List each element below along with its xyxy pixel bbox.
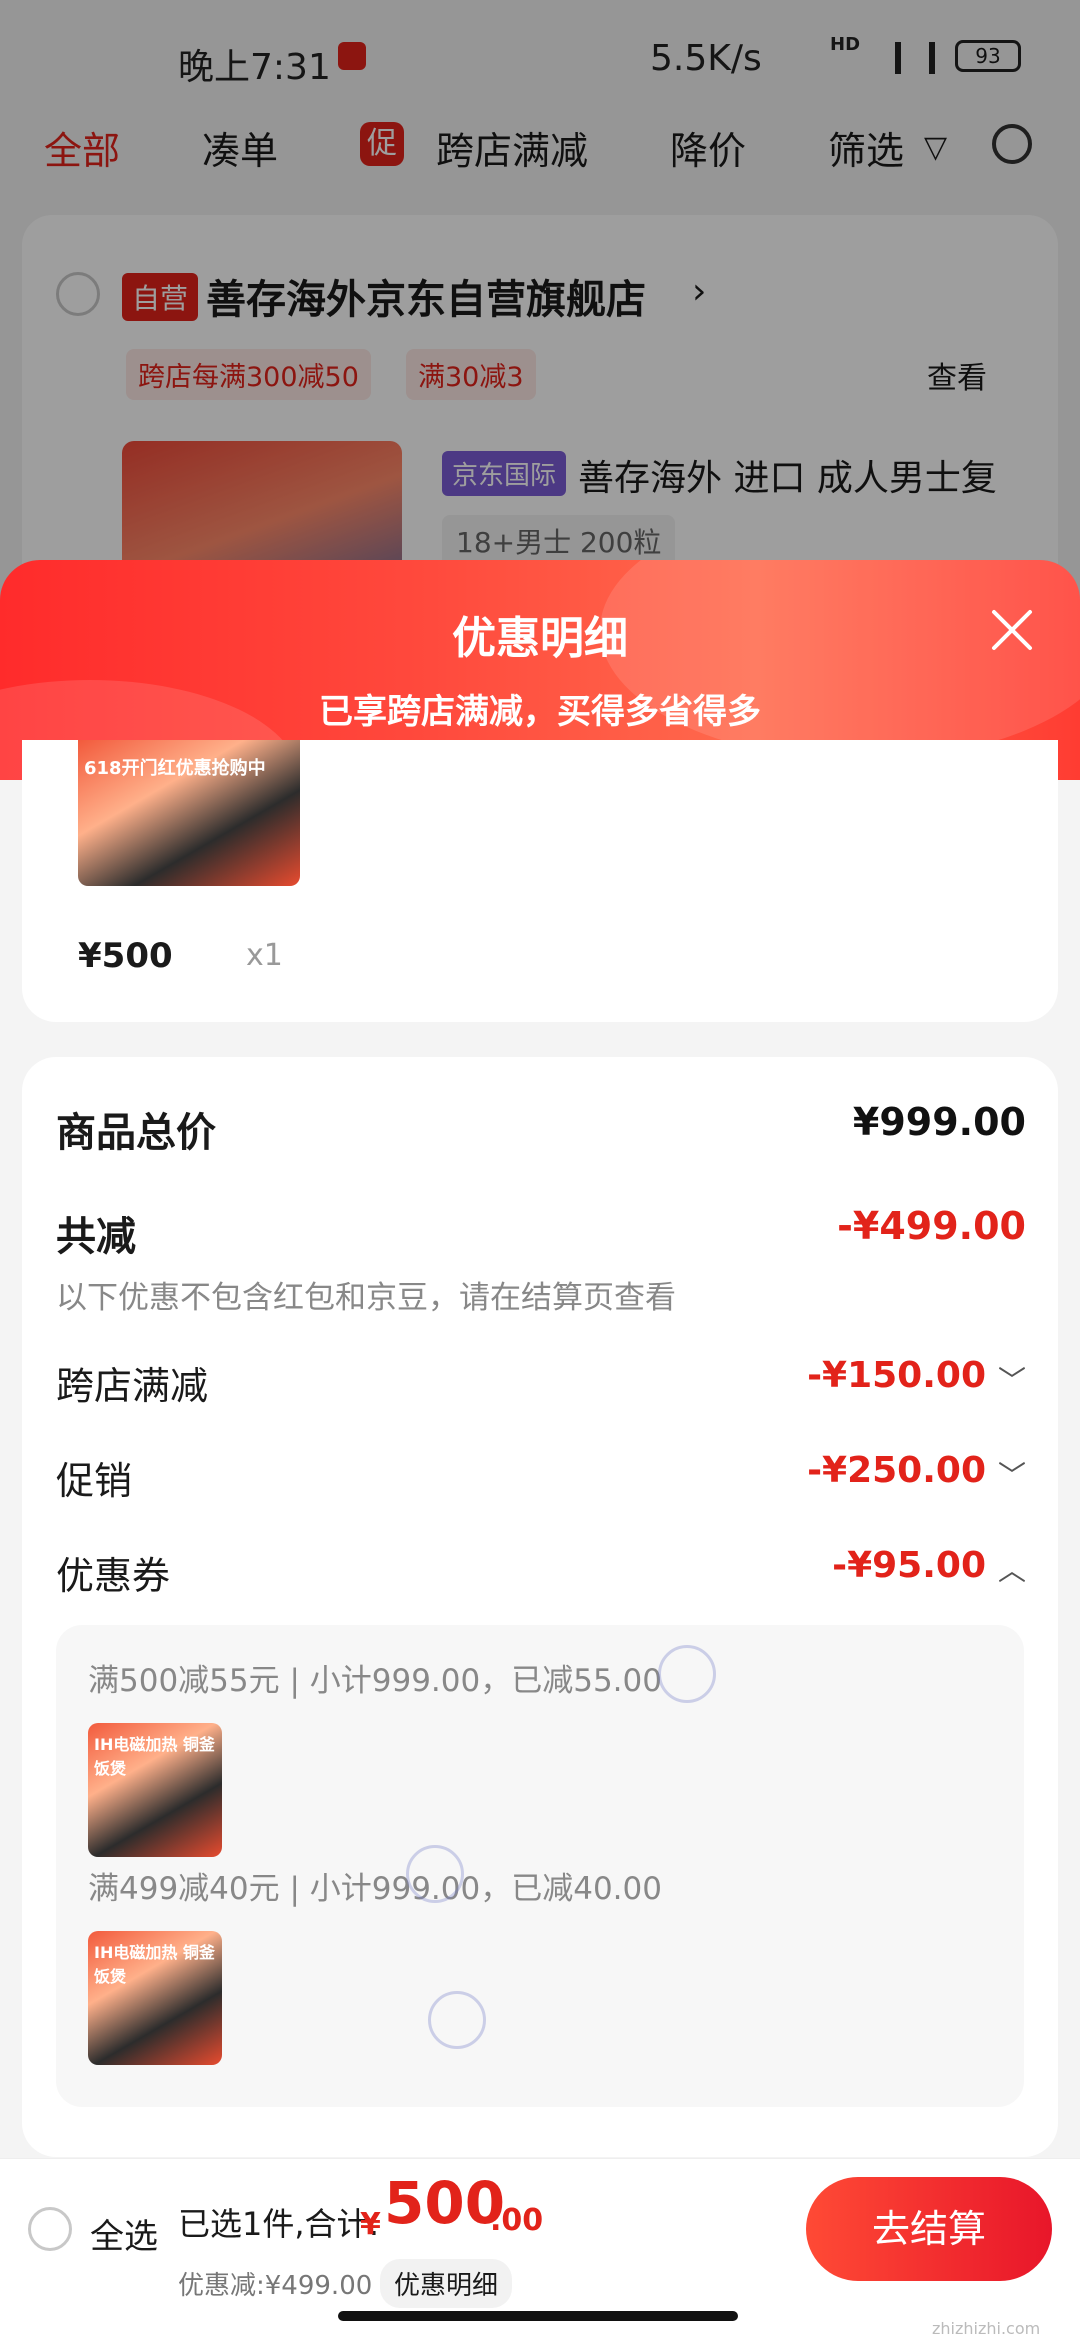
discount-row-promotion[interactable]: 促销 -¥250.00 ﹀ bbox=[56, 1450, 1026, 1510]
watermark-site: zhizhizhi.com bbox=[932, 2319, 1041, 2338]
total-price-label: 商品总价 bbox=[56, 1110, 216, 1156]
total-price-row: 商品总价 ¥999.00 bbox=[56, 1100, 1026, 1160]
checkout-bar: 全选 已选1件,合计: ¥ 500 .00 优惠减:¥499.00 优惠明细 去… bbox=[0, 2158, 1080, 2340]
home-indicator[interactable] bbox=[338, 2311, 738, 2321]
discount-total-label: 共减 bbox=[56, 1214, 136, 1260]
touch-indicator bbox=[406, 1845, 464, 1903]
discount-row-cross-store[interactable]: 跨店满减 -¥150.00 ﹀ bbox=[56, 1355, 1026, 1415]
discount-row-label: 促销 bbox=[56, 1459, 133, 1503]
chevron-up-icon: ︿ bbox=[997, 1554, 1026, 1587]
select-all-checkbox[interactable] bbox=[28, 2207, 72, 2251]
modal-subtitle: 已享跨店满减，买得多省得多 bbox=[319, 692, 761, 732]
selected-count: 已选1件,合计: bbox=[178, 2205, 380, 2243]
discount-row-value: -¥95.00 bbox=[832, 1545, 986, 1586]
item-thumbnail-text: 618开门红优惠抢购中 bbox=[84, 758, 266, 779]
close-icon[interactable] bbox=[984, 602, 1040, 658]
discount-note: 以下优惠不包含红包和京豆，请在结算页查看 bbox=[56, 1280, 676, 1316]
chevron-down-icon: ﹀ bbox=[997, 1459, 1026, 1492]
discount-row-value: -¥150.00 bbox=[807, 1355, 986, 1396]
item-price: ¥500 bbox=[78, 936, 173, 976]
coupon-thumbnail-text: IH电磁加热 铜釜饭煲 bbox=[94, 1735, 215, 1778]
total-amount-integer: 500 bbox=[384, 2169, 506, 2237]
discount-summary: 优惠减:¥499.00 bbox=[178, 2271, 373, 2301]
item-card: 618开门红优惠抢购中 ¥500 x1 bbox=[22, 740, 1058, 1022]
total-currency: ¥ bbox=[360, 2207, 381, 2242]
item-quantity: x1 bbox=[246, 938, 283, 973]
chevron-down-icon: ﹀ bbox=[997, 1364, 1026, 1397]
item-thumbnail[interactable]: 618开门红优惠抢购中 bbox=[78, 740, 300, 886]
coupon-detail-panel: 满500减55元 | 小计999.00，已减55.00 IH电磁加热 铜釜饭煲 … bbox=[56, 1625, 1024, 2107]
touch-indicator bbox=[658, 1645, 716, 1703]
coupon-line: 满499减40元 | 小计999.00，已减40.00 bbox=[88, 1871, 662, 1907]
modal-title: 优惠明细 bbox=[452, 613, 628, 664]
discount-total-row: 共减 -¥499.00 bbox=[56, 1204, 1026, 1264]
coupon-product-thumbnail[interactable]: IH电磁加热 铜釜饭煲 bbox=[88, 1931, 222, 2065]
total-amount-decimal: .00 bbox=[490, 2203, 544, 2238]
discount-row-value: -¥250.00 bbox=[807, 1450, 986, 1491]
discount-detail-button[interactable]: 优惠明细 bbox=[380, 2259, 513, 2308]
coupon-line: 满500减55元 | 小计999.00，已减55.00 bbox=[88, 1663, 662, 1699]
checkout-button[interactable]: 去结算 bbox=[806, 2177, 1052, 2281]
total-price-value: ¥999.00 bbox=[852, 1100, 1026, 1144]
discount-row-label: 优惠券 bbox=[56, 1554, 171, 1598]
coupon-product-thumbnail[interactable]: IH电磁加热 铜釜饭煲 bbox=[88, 1723, 222, 1857]
discount-row-label: 跨店满减 bbox=[56, 1364, 209, 1408]
coupon-thumbnail-text: IH电磁加热 铜釜饭煲 bbox=[94, 1943, 215, 1986]
select-all-label[interactable]: 全选 bbox=[90, 2209, 158, 2258]
discount-total-value: -¥499.00 bbox=[837, 1204, 1026, 1248]
touch-indicator bbox=[428, 1991, 486, 2049]
discount-row-coupon[interactable]: 优惠券 -¥95.00 ︿ bbox=[56, 1545, 1026, 1605]
